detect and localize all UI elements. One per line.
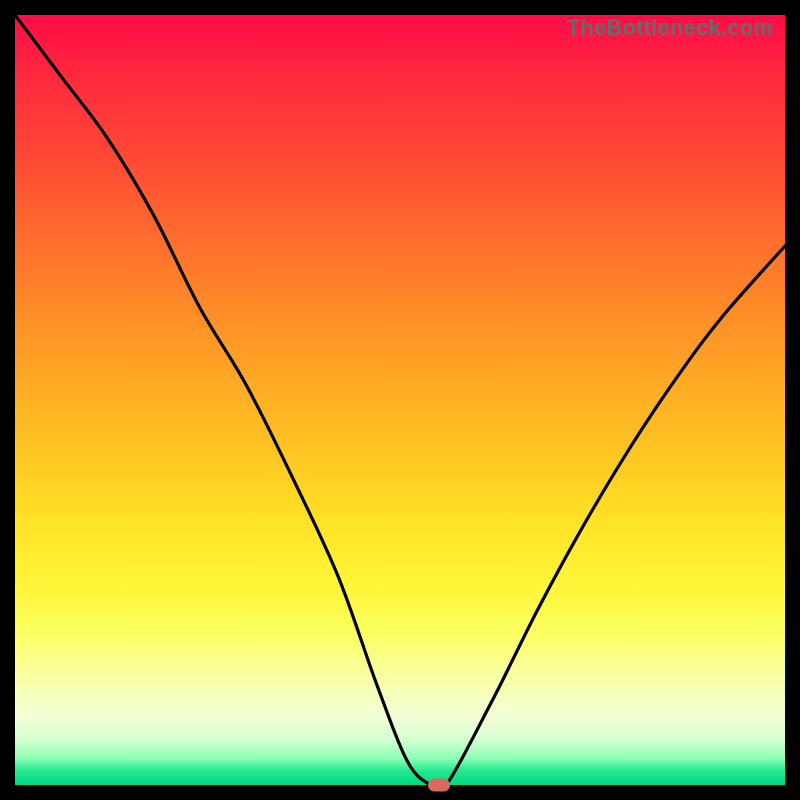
bottleneck-curve: [15, 15, 785, 785]
bottleneck-plot: TheBottleneck.com: [15, 15, 785, 785]
optimum-marker: [428, 779, 450, 792]
